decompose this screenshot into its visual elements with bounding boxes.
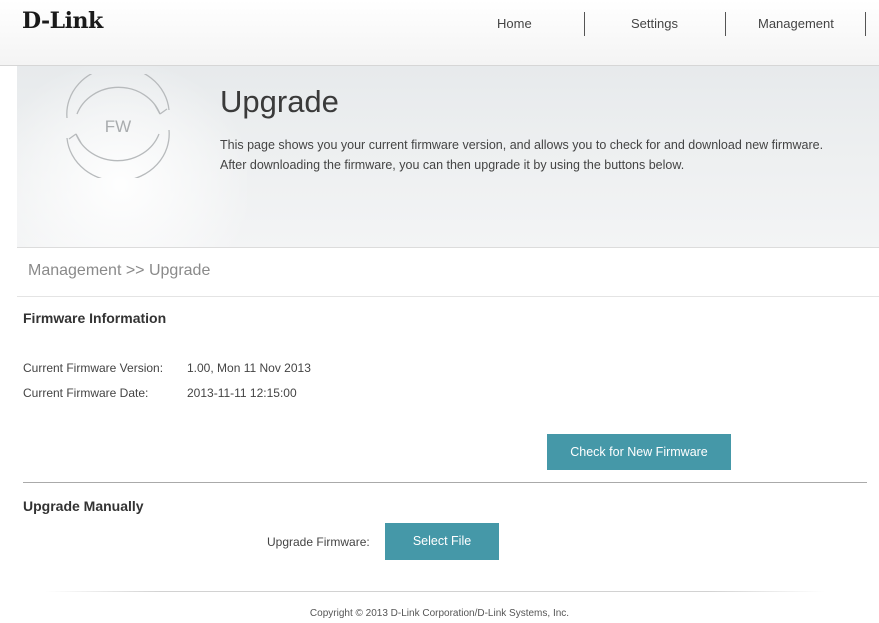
firmware-version-value: 1.00, Mon 11 Nov 2013 [187,361,311,375]
firmware-info-title: Firmware Information [23,310,167,326]
copyright-text: Copyright © 2013 D-Link Corporation/D-Li… [309,608,570,619]
section-divider [23,482,867,483]
dlink-logo[interactable]: D-Link [22,8,103,34]
firmware-version-label: Current Firmware Version: [23,361,164,375]
firmware-refresh-icon: FW [66,74,170,178]
nav-separator [584,12,585,36]
upgrade-manually-title: Upgrade Manually [23,498,144,514]
nav-settings[interactable]: Settings [631,16,678,31]
footer-divider [45,591,825,592]
upgrade-firmware-label: Upgrade Firmware: [267,535,370,549]
nav-management[interactable]: Management [758,16,834,31]
nav-home[interactable]: Home [497,16,532,31]
breadcrumb: Management >> Upgrade [28,262,211,279]
check-new-firmware-button[interactable]: Check for New Firmware [547,434,731,470]
nav-separator [865,12,866,36]
firmware-date-label: Current Firmware Date: [23,386,149,400]
firmware-date-value: 2013-11-11 12:15:00 [187,386,297,400]
nav-separator [725,12,726,36]
breadcrumb-divider [17,296,879,297]
page-banner: FW Upgrade This page shows you your curr… [17,66,879,248]
fw-icon-label: FW [105,117,131,136]
select-file-button[interactable]: Select File [385,523,499,560]
top-header: D-Link Home Settings Management [0,0,879,66]
page-title: Upgrade [220,84,339,119]
page-description: This page shows you your current firmwar… [220,138,824,172]
